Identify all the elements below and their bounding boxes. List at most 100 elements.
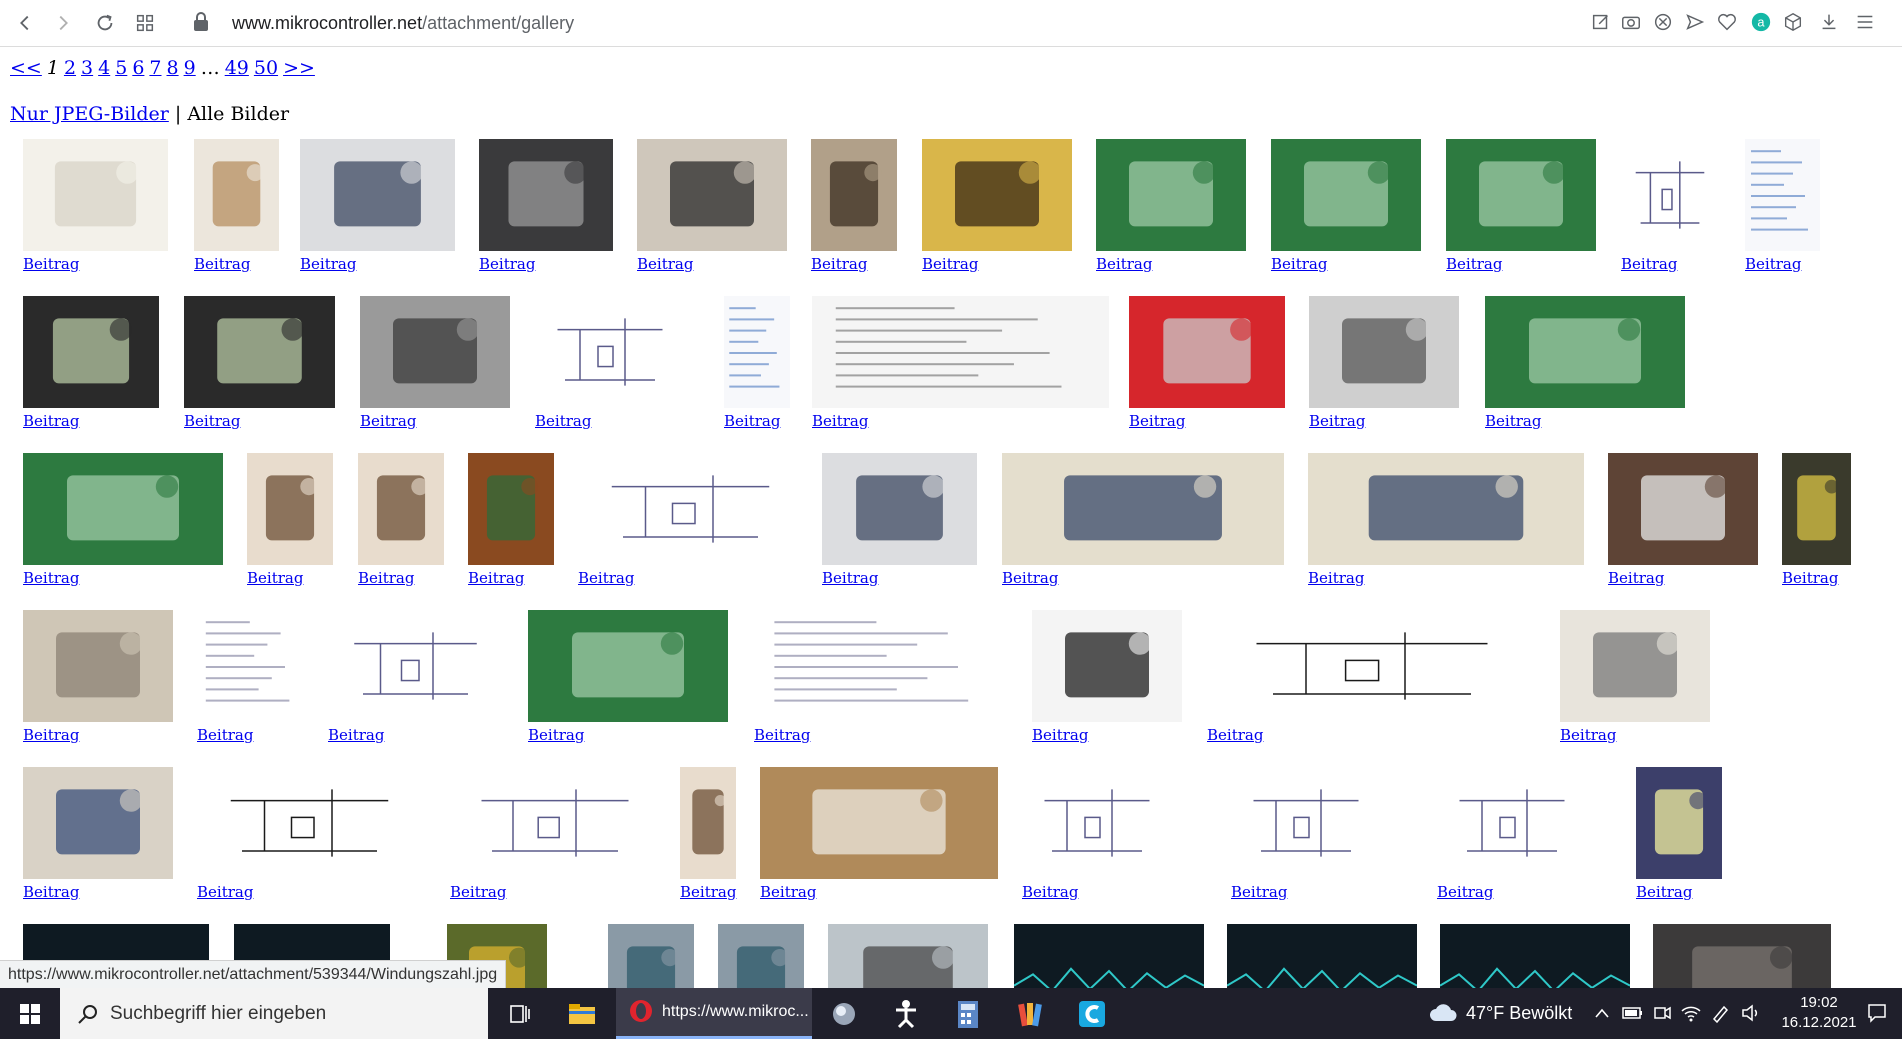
thumbnail-image[interactable]	[812, 296, 1109, 408]
snapshot-edit-icon[interactable]	[1590, 11, 1614, 35]
pager-prev-link[interactable]: <<	[10, 57, 42, 79]
thumbnail-image[interactable]	[1745, 139, 1820, 251]
thumbnail-image[interactable]	[1560, 610, 1710, 722]
beitrag-link[interactable]: Beitrag	[1231, 883, 1287, 901]
beitrag-link[interactable]: Beitrag	[822, 569, 878, 587]
beitrag-link[interactable]: Beitrag	[1560, 726, 1616, 744]
thumbnail-image[interactable]	[637, 139, 787, 251]
thumbnail-image[interactable]	[1308, 453, 1584, 565]
reload-button[interactable]	[92, 10, 118, 36]
thumbnail-image[interactable]	[23, 453, 223, 565]
beitrag-link[interactable]: Beitrag	[1636, 883, 1692, 901]
beitrag-link[interactable]: Beitrag	[1207, 726, 1263, 744]
meet-now-icon[interactable]	[1652, 1003, 1672, 1023]
beitrag-link[interactable]: Beitrag	[247, 569, 303, 587]
beitrag-link[interactable]: Beitrag	[1309, 412, 1365, 430]
notification-icon[interactable]	[1866, 1002, 1888, 1024]
thumbnail-image[interactable]	[528, 610, 728, 722]
thumbnail-image[interactable]	[479, 139, 613, 251]
beitrag-link[interactable]: Beitrag	[358, 569, 414, 587]
thumbnail-image[interactable]	[1440, 924, 1630, 988]
thumbnail-image[interactable]	[1271, 139, 1421, 251]
weather-text[interactable]: 47°F Bewölkt	[1466, 988, 1572, 1039]
beitrag-link[interactable]: Beitrag	[1002, 569, 1058, 587]
thumbnail-image[interactable]	[1437, 767, 1587, 879]
beitrag-link[interactable]: Beitrag	[197, 883, 253, 901]
app-figure-icon[interactable]	[888, 996, 924, 1032]
thumbnail-image[interactable]	[23, 296, 159, 408]
beitrag-link[interactable]: Beitrag	[680, 883, 736, 901]
beitrag-link[interactable]: Beitrag	[328, 726, 384, 744]
thumbnail-image[interactable]	[718, 924, 804, 988]
thumbnail-image[interactable]	[1014, 924, 1204, 988]
jpeg-only-link[interactable]: Nur JPEG-Bilder	[10, 103, 169, 125]
task-view-icon[interactable]	[502, 996, 538, 1032]
pager-link-2[interactable]: 2	[64, 57, 76, 79]
pager-link-50[interactable]: 50	[254, 57, 278, 79]
thumbnail-image[interactable]	[1782, 453, 1851, 565]
beitrag-link[interactable]: Beitrag	[23, 255, 79, 273]
thumbnail-image[interactable]	[822, 453, 977, 565]
beitrag-link[interactable]: Beitrag	[1621, 255, 1677, 273]
beitrag-link[interactable]: Beitrag	[1446, 255, 1502, 273]
beitrag-link[interactable]: Beitrag	[724, 412, 780, 430]
forward-button[interactable]	[50, 10, 76, 36]
thumbnail-image[interactable]	[358, 453, 444, 565]
beitrag-link[interactable]: Beitrag	[1032, 726, 1088, 744]
thumbnail-image[interactable]	[811, 139, 897, 251]
thumbnail-image[interactable]	[197, 610, 307, 722]
thumbnail-image[interactable]	[1096, 139, 1246, 251]
thumbnail-image[interactable]	[23, 139, 168, 251]
wifi-icon[interactable]	[1680, 1003, 1702, 1023]
thumbnail-image[interactable]	[300, 139, 455, 251]
beitrag-link[interactable]: Beitrag	[468, 569, 524, 587]
pager-link-3[interactable]: 3	[81, 57, 93, 79]
pager-link-6[interactable]: 6	[132, 57, 144, 79]
thumbnail-image[interactable]	[535, 296, 685, 408]
beitrag-link[interactable]: Beitrag	[23, 726, 79, 744]
beitrag-link[interactable]: Beitrag	[922, 255, 978, 273]
pen-icon[interactable]	[1710, 1003, 1732, 1023]
beitrag-link[interactable]: Beitrag	[300, 255, 356, 273]
thumbnail-image[interactable]	[724, 296, 790, 408]
account-avatar-icon[interactable]: a	[1750, 11, 1774, 35]
taskbar-search-box[interactable]: Suchbegriff hier eingeben	[60, 988, 488, 1039]
thumbnail-image[interactable]	[1309, 296, 1459, 408]
thumbnail-image[interactable]	[1032, 610, 1182, 722]
taskbar-opera-window[interactable]: https://www.mikroc...	[616, 988, 812, 1039]
extension-cube-icon[interactable]	[1782, 11, 1806, 35]
thumbnail-image[interactable]	[197, 767, 422, 879]
thumbnail-image[interactable]	[23, 767, 173, 879]
thumbnail-image[interactable]	[1231, 767, 1381, 879]
beitrag-link[interactable]: Beitrag	[812, 412, 868, 430]
start-button[interactable]	[0, 988, 60, 1039]
pager-link-5[interactable]: 5	[115, 57, 127, 79]
app-tools-icon[interactable]	[1012, 996, 1048, 1032]
speaker-icon[interactable]	[1740, 1003, 1762, 1023]
thumbnail-image[interactable]	[1022, 767, 1172, 879]
thumbnail-image[interactable]	[578, 453, 803, 565]
beitrag-link[interactable]: Beitrag	[184, 412, 240, 430]
beitrag-link[interactable]: Beitrag	[197, 726, 253, 744]
thumbnail-image[interactable]	[1207, 610, 1537, 722]
beitrag-link[interactable]: Beitrag	[1782, 569, 1838, 587]
beitrag-link[interactable]: Beitrag	[360, 412, 416, 430]
menu-icon[interactable]	[1854, 11, 1878, 35]
beitrag-link[interactable]: Beitrag	[1271, 255, 1327, 273]
beitrag-link[interactable]: Beitrag	[450, 883, 506, 901]
pager-link-4[interactable]: 4	[98, 57, 110, 79]
app-c-icon[interactable]	[1074, 996, 1110, 1032]
thumbnail-image[interactable]	[1485, 296, 1685, 408]
beitrag-link[interactable]: Beitrag	[754, 726, 810, 744]
thumbnail-image[interactable]	[1636, 767, 1722, 879]
address-bar[interactable]: www.mikrocontroller.net/attachment/galle…	[232, 10, 574, 36]
beitrag-link[interactable]: Beitrag	[811, 255, 867, 273]
beitrag-link[interactable]: Beitrag	[194, 255, 250, 273]
beitrag-link[interactable]: Beitrag	[1437, 883, 1493, 901]
thumbnail-image[interactable]	[1227, 924, 1417, 988]
thumbnail-image[interactable]	[328, 610, 503, 722]
beitrag-link[interactable]: Beitrag	[1022, 883, 1078, 901]
pager-link-8[interactable]: 8	[167, 57, 179, 79]
app-orb-icon[interactable]	[826, 996, 862, 1032]
thumbnail-image[interactable]	[754, 610, 1009, 722]
